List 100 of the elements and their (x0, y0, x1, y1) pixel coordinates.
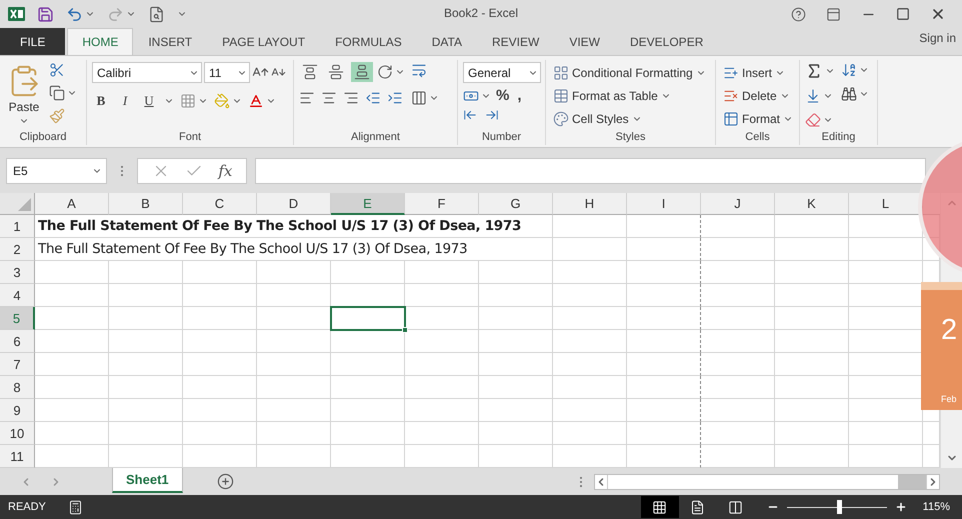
font-name-field[interactable]: Calibri (92, 62, 202, 83)
table-cell[interactable] (627, 307, 701, 330)
spreadsheet-logo-icon[interactable] (8, 6, 25, 22)
column-header[interactable]: E (331, 193, 405, 215)
column-header[interactable]: F (405, 193, 479, 215)
copy-icon[interactable] (49, 85, 65, 101)
align-left-icon[interactable] (299, 90, 315, 106)
ribbon-tab[interactable]: DEVELOPER (615, 28, 718, 55)
cells-button[interactable]: Insert (721, 62, 796, 83)
macro-record-icon[interactable] (68, 500, 83, 514)
horizontal-scrollbar[interactable] (594, 474, 940, 490)
column-header[interactable]: B (109, 193, 183, 215)
number-style-button[interactable]: % (493, 87, 512, 104)
ribbon-tab[interactable]: INSERT (133, 28, 208, 55)
row-header[interactable]: 10 (0, 422, 35, 445)
table-cell[interactable]: The Full Statement Of Fee By The School U/S 17 (3) Of Dsea, 1973 (35, 215, 553, 238)
align-right-icon[interactable] (343, 90, 359, 106)
font-size-field[interactable]: 11 (204, 62, 250, 83)
row-header[interactable]: 6 (0, 330, 35, 353)
ribbon-display-icon[interactable] (826, 6, 841, 22)
row-header[interactable]: 4 (0, 284, 35, 307)
sheet-tab[interactable]: Sheet1 (112, 468, 183, 493)
insert-function-label[interactable]: fx (218, 162, 232, 180)
table-cell[interactable] (627, 353, 701, 376)
ribbon-tab[interactable]: REVIEW (476, 28, 554, 55)
table-cell[interactable] (627, 261, 701, 284)
column-header[interactable]: G (479, 193, 553, 215)
active-cell[interactable] (331, 307, 405, 330)
zoom-thumb[interactable] (836, 500, 842, 514)
row-header[interactable]: 8 (0, 376, 35, 399)
font-style-button[interactable]: I (116, 91, 134, 111)
number-format-field[interactable]: General (463, 62, 541, 83)
row-header[interactable]: 2 (0, 238, 35, 261)
column-header[interactable]: I (627, 193, 701, 215)
maximize-icon[interactable] (896, 7, 910, 21)
row-header[interactable]: 11 (0, 445, 35, 468)
zoom-level[interactable]: 115% (922, 501, 950, 513)
cells-button[interactable]: Delete (721, 85, 796, 106)
borders-icon[interactable] (180, 93, 196, 109)
fill-color-icon[interactable] (214, 93, 230, 109)
paste-button[interactable]: Paste (5, 62, 43, 129)
ribbon-tab[interactable]: PAGE LAYOUT (207, 28, 320, 55)
arrow-left-icon[interactable] (463, 108, 477, 122)
font-style-button[interactable]: U (140, 91, 158, 111)
table-cell[interactable] (627, 284, 701, 307)
formula-input[interactable] (255, 158, 926, 184)
file-tab[interactable]: FILE (0, 28, 66, 55)
column-header[interactable]: C (183, 193, 257, 215)
add-sheet-icon[interactable] (216, 473, 234, 490)
font-color-icon[interactable] (248, 93, 264, 109)
styles-button[interactable]: Cell Styles (551, 108, 708, 129)
binoculars-icon[interactable] (841, 86, 857, 102)
table-cell[interactable] (627, 238, 701, 261)
fill-down-icon[interactable] (805, 88, 821, 104)
column-header[interactable]: K (775, 193, 849, 215)
table-cell[interactable] (627, 422, 701, 445)
sort-icon[interactable] (841, 62, 857, 78)
name-box[interactable]: E5 (6, 158, 107, 184)
undo-icon[interactable] (66, 6, 83, 22)
table-cell[interactable] (627, 376, 701, 399)
help-icon[interactable] (791, 6, 806, 22)
arrow-right-icon[interactable] (485, 108, 499, 122)
sign-in-link[interactable]: Sign in (919, 30, 962, 52)
wrap-text-icon[interactable] (411, 62, 427, 78)
row-header[interactable]: 1 (0, 215, 35, 238)
table-cell[interactable] (627, 215, 701, 238)
ribbon-tab[interactable]: FORMULAS (320, 28, 417, 55)
column-header[interactable]: D (257, 193, 331, 215)
align-center-icon[interactable] (321, 90, 337, 106)
cells-button[interactable]: Format (721, 108, 796, 129)
table-cell[interactable]: The Full Statement Of Fee By The School U/S 17 (3) Of Dsea, 1973 (35, 238, 553, 261)
ribbon-tab[interactable]: DATA (416, 28, 477, 55)
row-header[interactable]: 9 (0, 399, 35, 422)
number-style-button[interactable]: , (514, 87, 525, 104)
column-header[interactable]: H (553, 193, 627, 215)
row-header[interactable]: 5 (0, 307, 35, 330)
orientation-icon[interactable] (377, 64, 393, 80)
eraser-icon[interactable] (805, 112, 821, 128)
merge-cells-icon[interactable] (411, 90, 427, 106)
vertical-align-button[interactable] (351, 62, 373, 82)
scissors-icon[interactable] (49, 62, 65, 78)
row-header[interactable]: 7 (0, 353, 35, 376)
select-all-corner[interactable] (0, 193, 35, 215)
ribbon-tab[interactable]: HOME (67, 28, 134, 55)
print-preview-icon[interactable] (148, 6, 165, 22)
row-header[interactable]: 3 (0, 261, 35, 284)
indent-decrease-icon[interactable] (365, 90, 381, 106)
styles-button[interactable]: Conditional Formatting (551, 62, 708, 83)
column-header[interactable]: A (35, 193, 109, 215)
zoom-in-icon[interactable] (894, 501, 907, 513)
view-button[interactable] (640, 496, 679, 518)
scroll-thumb[interactable] (898, 474, 926, 488)
font-style-button[interactable]: B (92, 91, 110, 111)
table-cell[interactable] (627, 399, 701, 422)
table-cell[interactable] (627, 330, 701, 353)
ribbon-tab[interactable]: VIEW (554, 28, 615, 55)
paintbrush-icon[interactable] (49, 108, 65, 124)
indent-increase-icon[interactable] (387, 90, 403, 106)
styles-button[interactable]: Format as Table (551, 85, 708, 106)
column-header[interactable]: J (701, 193, 775, 215)
